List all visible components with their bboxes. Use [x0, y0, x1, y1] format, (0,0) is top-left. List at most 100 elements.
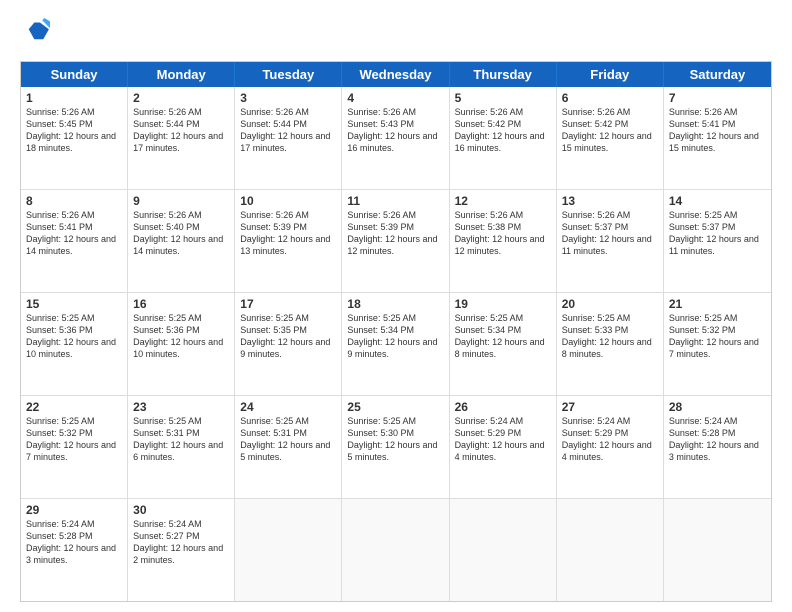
logo	[20, 18, 54, 51]
calendar-cell-14: 14Sunrise: 5:25 AM Sunset: 5:37 PM Dayli…	[664, 190, 771, 292]
calendar-cell-22: 22Sunrise: 5:25 AM Sunset: 5:32 PM Dayli…	[21, 396, 128, 498]
day-info: Sunrise: 5:25 AM Sunset: 5:36 PM Dayligh…	[133, 312, 229, 361]
calendar-cell-empty	[235, 499, 342, 601]
calendar-cell-18: 18Sunrise: 5:25 AM Sunset: 5:34 PM Dayli…	[342, 293, 449, 395]
header-day-monday: Monday	[128, 62, 235, 87]
day-info: Sunrise: 5:26 AM Sunset: 5:42 PM Dayligh…	[562, 106, 658, 155]
day-number: 29	[26, 503, 122, 517]
day-number: 30	[133, 503, 229, 517]
day-number: 11	[347, 194, 443, 208]
calendar-cell-20: 20Sunrise: 5:25 AM Sunset: 5:33 PM Dayli…	[557, 293, 664, 395]
calendar-row-4: 22Sunrise: 5:25 AM Sunset: 5:32 PM Dayli…	[21, 396, 771, 499]
calendar-cell-12: 12Sunrise: 5:26 AM Sunset: 5:38 PM Dayli…	[450, 190, 557, 292]
day-info: Sunrise: 5:26 AM Sunset: 5:44 PM Dayligh…	[133, 106, 229, 155]
calendar-cell-28: 28Sunrise: 5:24 AM Sunset: 5:28 PM Dayli…	[664, 396, 771, 498]
day-number: 9	[133, 194, 229, 208]
day-number: 6	[562, 91, 658, 105]
day-info: Sunrise: 5:25 AM Sunset: 5:35 PM Dayligh…	[240, 312, 336, 361]
day-number: 26	[455, 400, 551, 414]
day-info: Sunrise: 5:25 AM Sunset: 5:33 PM Dayligh…	[562, 312, 658, 361]
day-info: Sunrise: 5:24 AM Sunset: 5:29 PM Dayligh…	[455, 415, 551, 464]
calendar-header: SundayMondayTuesdayWednesdayThursdayFrid…	[21, 62, 771, 87]
day-number: 14	[669, 194, 766, 208]
day-info: Sunrise: 5:26 AM Sunset: 5:44 PM Dayligh…	[240, 106, 336, 155]
day-info: Sunrise: 5:26 AM Sunset: 5:43 PM Dayligh…	[347, 106, 443, 155]
day-info: Sunrise: 5:26 AM Sunset: 5:38 PM Dayligh…	[455, 209, 551, 258]
day-info: Sunrise: 5:26 AM Sunset: 5:39 PM Dayligh…	[240, 209, 336, 258]
calendar-cell-16: 16Sunrise: 5:25 AM Sunset: 5:36 PM Dayli…	[128, 293, 235, 395]
calendar-cell-19: 19Sunrise: 5:25 AM Sunset: 5:34 PM Dayli…	[450, 293, 557, 395]
calendar-row-2: 8Sunrise: 5:26 AM Sunset: 5:41 PM Daylig…	[21, 190, 771, 293]
calendar-cell-6: 6Sunrise: 5:26 AM Sunset: 5:42 PM Daylig…	[557, 87, 664, 189]
day-number: 1	[26, 91, 122, 105]
calendar-cell-11: 11Sunrise: 5:26 AM Sunset: 5:39 PM Dayli…	[342, 190, 449, 292]
calendar-cell-4: 4Sunrise: 5:26 AM Sunset: 5:43 PM Daylig…	[342, 87, 449, 189]
header-day-thursday: Thursday	[450, 62, 557, 87]
day-number: 3	[240, 91, 336, 105]
day-number: 15	[26, 297, 122, 311]
day-number: 27	[562, 400, 658, 414]
header-day-saturday: Saturday	[664, 62, 771, 87]
calendar-cell-25: 25Sunrise: 5:25 AM Sunset: 5:30 PM Dayli…	[342, 396, 449, 498]
calendar-row-5: 29Sunrise: 5:24 AM Sunset: 5:28 PM Dayli…	[21, 499, 771, 601]
header-day-friday: Friday	[557, 62, 664, 87]
calendar-cell-23: 23Sunrise: 5:25 AM Sunset: 5:31 PM Dayli…	[128, 396, 235, 498]
calendar-cell-2: 2Sunrise: 5:26 AM Sunset: 5:44 PM Daylig…	[128, 87, 235, 189]
day-number: 18	[347, 297, 443, 311]
day-info: Sunrise: 5:24 AM Sunset: 5:28 PM Dayligh…	[26, 518, 122, 567]
day-number: 17	[240, 297, 336, 311]
day-info: Sunrise: 5:26 AM Sunset: 5:42 PM Dayligh…	[455, 106, 551, 155]
day-info: Sunrise: 5:26 AM Sunset: 5:45 PM Dayligh…	[26, 106, 122, 155]
calendar: SundayMondayTuesdayWednesdayThursdayFrid…	[20, 61, 772, 602]
day-info: Sunrise: 5:25 AM Sunset: 5:31 PM Dayligh…	[240, 415, 336, 464]
calendar-cell-3: 3Sunrise: 5:26 AM Sunset: 5:44 PM Daylig…	[235, 87, 342, 189]
day-number: 16	[133, 297, 229, 311]
calendar-cell-10: 10Sunrise: 5:26 AM Sunset: 5:39 PM Dayli…	[235, 190, 342, 292]
day-number: 20	[562, 297, 658, 311]
day-info: Sunrise: 5:26 AM Sunset: 5:41 PM Dayligh…	[669, 106, 766, 155]
day-info: Sunrise: 5:25 AM Sunset: 5:30 PM Dayligh…	[347, 415, 443, 464]
day-info: Sunrise: 5:25 AM Sunset: 5:37 PM Dayligh…	[669, 209, 766, 258]
header-day-sunday: Sunday	[21, 62, 128, 87]
day-number: 8	[26, 194, 122, 208]
calendar-cell-26: 26Sunrise: 5:24 AM Sunset: 5:29 PM Dayli…	[450, 396, 557, 498]
calendar-cell-13: 13Sunrise: 5:26 AM Sunset: 5:37 PM Dayli…	[557, 190, 664, 292]
page-header	[20, 18, 772, 51]
calendar-cell-8: 8Sunrise: 5:26 AM Sunset: 5:41 PM Daylig…	[21, 190, 128, 292]
calendar-row-1: 1Sunrise: 5:26 AM Sunset: 5:45 PM Daylig…	[21, 87, 771, 190]
calendar-cell-17: 17Sunrise: 5:25 AM Sunset: 5:35 PM Dayli…	[235, 293, 342, 395]
calendar-cell-empty	[450, 499, 557, 601]
day-info: Sunrise: 5:25 AM Sunset: 5:32 PM Dayligh…	[669, 312, 766, 361]
day-number: 24	[240, 400, 336, 414]
day-number: 7	[669, 91, 766, 105]
day-info: Sunrise: 5:24 AM Sunset: 5:28 PM Dayligh…	[669, 415, 766, 464]
day-number: 21	[669, 297, 766, 311]
day-info: Sunrise: 5:25 AM Sunset: 5:31 PM Dayligh…	[133, 415, 229, 464]
header-day-wednesday: Wednesday	[342, 62, 449, 87]
calendar-cell-empty	[664, 499, 771, 601]
calendar-cell-empty	[342, 499, 449, 601]
day-info: Sunrise: 5:25 AM Sunset: 5:32 PM Dayligh…	[26, 415, 122, 464]
calendar-cell-30: 30Sunrise: 5:24 AM Sunset: 5:27 PM Dayli…	[128, 499, 235, 601]
day-number: 2	[133, 91, 229, 105]
calendar-cell-7: 7Sunrise: 5:26 AM Sunset: 5:41 PM Daylig…	[664, 87, 771, 189]
header-day-tuesday: Tuesday	[235, 62, 342, 87]
day-info: Sunrise: 5:26 AM Sunset: 5:40 PM Dayligh…	[133, 209, 229, 258]
calendar-body: 1Sunrise: 5:26 AM Sunset: 5:45 PM Daylig…	[21, 87, 771, 601]
day-number: 12	[455, 194, 551, 208]
day-info: Sunrise: 5:26 AM Sunset: 5:37 PM Dayligh…	[562, 209, 658, 258]
calendar-cell-empty	[557, 499, 664, 601]
day-info: Sunrise: 5:24 AM Sunset: 5:27 PM Dayligh…	[133, 518, 229, 567]
calendar-row-3: 15 Sunrise: 5:25 AM Sunset: 5:36 PM Dayli…	[21, 293, 771, 396]
day-number: 28	[669, 400, 766, 414]
day-number: 23	[133, 400, 229, 414]
logo-icon	[22, 18, 50, 46]
calendar-cell-9: 9Sunrise: 5:26 AM Sunset: 5:40 PM Daylig…	[128, 190, 235, 292]
calendar-cell-24: 24Sunrise: 5:25 AM Sunset: 5:31 PM Dayli…	[235, 396, 342, 498]
calendar-cell-5: 5Sunrise: 5:26 AM Sunset: 5:42 PM Daylig…	[450, 87, 557, 189]
day-info: Sunrise: 5:25 AM Sunset: 5:34 PM Dayligh…	[455, 312, 551, 361]
day-info: Sunrise: 5:25 AM Sunset: 5:34 PM Dayligh…	[347, 312, 443, 361]
calendar-cell-15: 15Sunrise: 5:25 AM Sunset: 5:36 PM Dayli…	[21, 293, 128, 395]
day-number: 4	[347, 91, 443, 105]
day-info: Sunrise: 5:26 AM Sunset: 5:39 PM Dayligh…	[347, 209, 443, 258]
